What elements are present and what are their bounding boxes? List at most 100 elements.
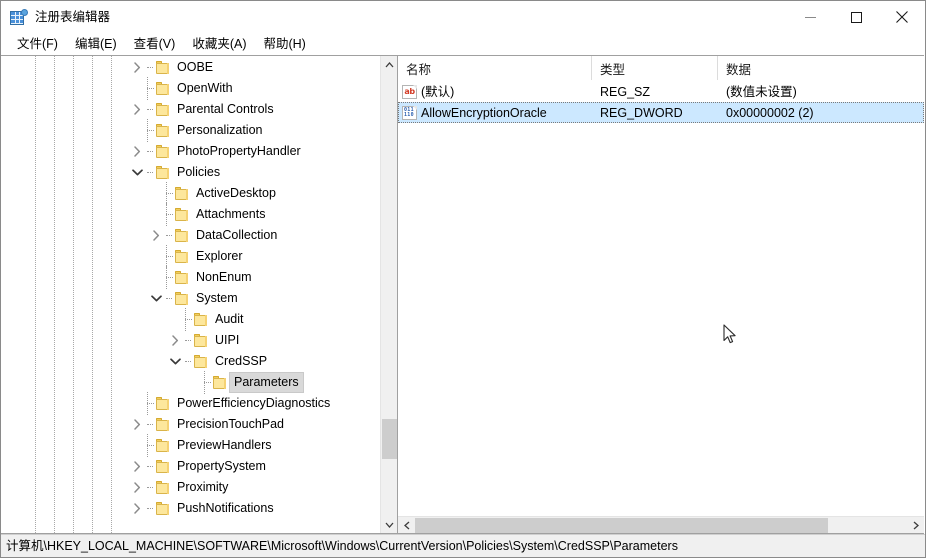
expander-placeholder [148, 183, 164, 204]
tree-connector-line [145, 414, 155, 435]
registry-editor-window: 注册表编辑器 文件(F) 编辑(E) 查看(V) 收藏夹(A) 帮助(H) OO… [0, 0, 926, 558]
chevron-right-icon[interactable] [129, 414, 145, 435]
tree-item-explorer[interactable]: Explorer [1, 245, 379, 268]
chevron-right-icon[interactable] [129, 498, 145, 519]
tree-item-label: NonEnum [196, 270, 252, 284]
folder-icon [155, 501, 171, 516]
tree-item-activedesktop[interactable]: ActiveDesktop [1, 182, 379, 205]
dword-value-icon: 011 110 [402, 105, 417, 120]
tree-connector-line [164, 203, 174, 226]
folder-icon [155, 396, 171, 411]
values-column-header: 名称 类型 数据 [398, 56, 924, 80]
tree-item-oobe[interactable]: OOBE [1, 57, 379, 78]
tree-item-nonenum[interactable]: NonEnum [1, 266, 379, 289]
chevron-down-icon[interactable] [148, 288, 164, 309]
tree-item-personalization[interactable]: Personalization [1, 119, 379, 142]
chevron-right-icon[interactable] [129, 456, 145, 477]
folder-icon [174, 291, 190, 306]
menu-favorites[interactable]: 收藏夹(A) [184, 34, 255, 54]
tree-item-propertysystem[interactable]: PropertySystem [1, 456, 379, 477]
menu-edit[interactable]: 编辑(E) [67, 34, 126, 54]
tree-item-system[interactable]: System [1, 288, 379, 309]
column-type[interactable]: 类型 [592, 56, 718, 80]
tree-item-pushnotifications[interactable]: PushNotifications [1, 498, 379, 519]
tree-item-policies[interactable]: Policies [1, 162, 379, 183]
hscrollbar-thumb[interactable] [415, 517, 828, 533]
tree-item-label: Proximity [177, 480, 229, 494]
column-name[interactable]: 名称 [398, 56, 592, 80]
folder-icon [155, 480, 171, 495]
chevron-down-icon[interactable] [167, 351, 183, 372]
chevron-down-icon[interactable] [129, 162, 145, 183]
column-data[interactable]: 数据 [718, 56, 924, 80]
value-name: (默认) [421, 84, 455, 99]
value-name-cell: 011 110 AllowEncryptionOracle [398, 105, 592, 121]
hscrollbar-track[interactable] [415, 516, 907, 533]
folder-icon [174, 207, 190, 222]
chevron-right-icon[interactable] [129, 57, 145, 78]
tree-item-label: System [196, 291, 238, 305]
menu-file[interactable]: 文件(F) [9, 34, 67, 54]
tree-item-label: PhotoPropertyHandler [177, 144, 301, 158]
minimize-button[interactable] [787, 1, 833, 33]
scroll-left-button[interactable] [398, 517, 415, 534]
tree-item-audit[interactable]: Audit [1, 308, 379, 331]
folder-icon [193, 354, 209, 369]
tree-connector-line [145, 57, 155, 78]
tree-item-label: Audit [215, 312, 244, 326]
tree-item-precisiontouchpad[interactable]: PrecisionTouchPad [1, 414, 379, 435]
tree-item-label: OOBE [177, 60, 214, 74]
expander-placeholder [129, 435, 145, 456]
tree-item-label: PushNotifications [177, 501, 274, 515]
tree-connector-line [145, 77, 155, 100]
tree-connector-line [145, 434, 155, 457]
tree-item-parental-controls[interactable]: Parental Controls [1, 99, 379, 120]
chevron-right-icon[interactable] [129, 99, 145, 120]
expander-placeholder [148, 204, 164, 225]
value-data: (数值未设置) [726, 84, 797, 99]
tree-item-label: CredSSP [215, 354, 268, 368]
tree-item-parameters[interactable]: Parameters [1, 371, 379, 394]
tree-item-credssp[interactable]: CredSSP [1, 351, 379, 372]
tree-item-openwith[interactable]: OpenWith [1, 77, 379, 100]
tree-item-previewhandlers[interactable]: PreviewHandlers [1, 434, 379, 457]
scroll-right-button[interactable] [907, 517, 924, 534]
tree-item-photopropertyhandler[interactable]: PhotoPropertyHandler [1, 141, 379, 162]
tree-item-uipi[interactable]: UIPI [1, 330, 379, 351]
table-row[interactable]: ab (默认) REG_SZ (数值未设置) [398, 81, 924, 102]
values-list: ab (默认) REG_SZ (数值未设置) 011 110 AllowEncryption… [398, 81, 924, 533]
scroll-down-button[interactable] [381, 516, 397, 533]
values-horizontal-scrollbar[interactable] [398, 516, 924, 533]
folder-icon [155, 81, 171, 96]
folder-icon [155, 165, 171, 180]
folder-icon [174, 186, 190, 201]
tree-vertical-scrollbar[interactable] [380, 56, 397, 533]
maximize-button[interactable] [833, 1, 879, 33]
table-row[interactable]: 011 110 AllowEncryptionOracle REG_DWORD 0x00… [398, 102, 924, 123]
menu-help[interactable]: 帮助(H) [255, 34, 314, 54]
menu-bar: 文件(F) 编辑(E) 查看(V) 收藏夹(A) 帮助(H) [1, 33, 925, 55]
tree-connector-line [164, 225, 174, 246]
tree-item-powerefficiencydiagnostics[interactable]: PowerEfficiencyDiagnostics [1, 392, 379, 415]
registry-values-pane: 名称 类型 数据 ab (默认) REG_SZ (数值未设置) 011 110 AllowE… [398, 55, 924, 534]
folder-icon [212, 375, 228, 390]
tree-item-label: OpenWith [177, 81, 233, 95]
tree-item-attachments[interactable]: Attachments [1, 203, 379, 226]
close-button[interactable] [879, 1, 925, 33]
menu-view[interactable]: 查看(V) [126, 34, 185, 54]
scroll-up-button[interactable] [381, 56, 397, 73]
folder-icon [155, 459, 171, 474]
tree-item-proximity[interactable]: Proximity [1, 477, 379, 498]
folder-icon [155, 417, 171, 432]
tree-scrollbar-thumb[interactable] [382, 419, 397, 459]
chevron-right-icon[interactable] [167, 330, 183, 351]
chevron-right-icon[interactable] [129, 141, 145, 162]
tree-connector-line [164, 245, 174, 268]
chevron-right-icon[interactable] [148, 225, 164, 246]
tree-item-datacollection[interactable]: DataCollection [1, 225, 379, 246]
value-type: REG_SZ [600, 84, 651, 99]
chevron-right-icon[interactable] [129, 477, 145, 498]
value-data: 0x00000002 (2) [726, 105, 814, 120]
registry-tree-viewport[interactable]: OOBE OpenWith Parental Controls Personaliza… [1, 56, 379, 533]
status-bar: 计算机\HKEY_LOCAL_MACHINE\SOFTWARE\Microsof… [1, 534, 925, 557]
